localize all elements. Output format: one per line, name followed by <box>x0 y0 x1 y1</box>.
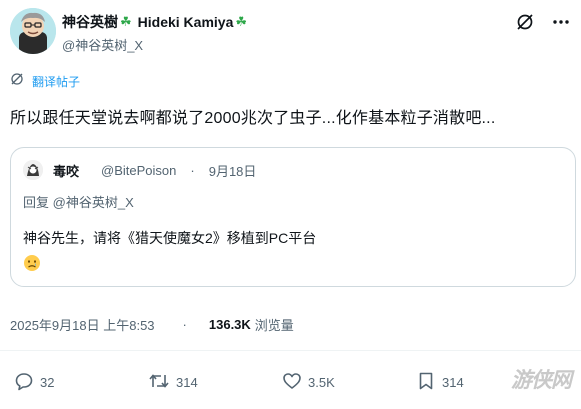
header-actions <box>515 12 571 32</box>
bookmark-button[interactable]: 314 <box>416 371 464 394</box>
clover-icon: ☘ <box>235 14 248 29</box>
quoted-tweet-header: 毒咬 @BitePoison · 9月18日 <box>23 160 256 180</box>
heart-icon <box>282 371 302 394</box>
quoted-tweet-text: 神谷先生，请将《猎天使魔女2》移植到PC平台 <box>23 230 317 246</box>
views-count: 136.3K <box>208 317 251 332</box>
tweet-text: 所以跟任天堂说去啊都说了2000兆次了虫子...化作基本粒子消散吧... <box>10 110 496 127</box>
reply-button[interactable]: 32 <box>14 371 54 394</box>
author-handle[interactable]: @神谷英树_X <box>62 35 143 54</box>
reply-to-handle[interactable]: @神谷英树_X <box>53 195 134 210</box>
divider <box>0 350 581 351</box>
tweet-meta: 2025年9月18日 上午8:53 · 136.3K 浏览量 <box>10 315 294 334</box>
tweet-timestamp[interactable]: 2025年9月18日 上午8:53 <box>10 315 155 334</box>
reply-count: 32 <box>40 375 55 390</box>
site-watermark: 游侠网 <box>511 369 572 392</box>
retweet-count: 314 <box>176 375 198 390</box>
translate-icon <box>10 72 24 91</box>
author-display-name[interactable]: 神谷英樹 <box>62 12 118 32</box>
author-display-name-en[interactable]: Hideki Kamiya <box>138 14 234 30</box>
quoted-tweet[interactable]: 毒咬 @BitePoison · 9月18日 回复 @神谷英树_X 神谷先生，请… <box>10 147 576 287</box>
bookmark-icon <box>416 371 436 394</box>
reply-label: 回复 <box>23 195 50 210</box>
grok-icon[interactable] <box>515 12 535 32</box>
like-button[interactable]: 3.5K <box>282 371 335 394</box>
separator-dot: · <box>190 162 195 178</box>
separator-dot: · <box>182 317 187 332</box>
crying-face-emoji-icon <box>23 254 41 272</box>
quoted-author-handle[interactable]: @BitePoison <box>101 163 176 178</box>
reply-to-line: 回复 @神谷英树_X <box>23 192 134 211</box>
like-count: 3.5K <box>308 375 335 390</box>
author-avatar[interactable] <box>10 8 56 54</box>
quoted-tweet-date[interactable]: 9月18日 <box>209 161 257 180</box>
bookmark-count: 314 <box>442 375 464 390</box>
action-bar: 32 314 3.5K 314 <box>14 371 484 393</box>
translate-label[interactable]: 翻译帖子 <box>32 73 80 90</box>
retweet-icon <box>148 371 170 394</box>
views-label: 浏览量 <box>254 318 294 333</box>
clover-icon: ☘ <box>120 14 132 29</box>
translate-post-link[interactable]: 翻译帖子 <box>10 72 80 91</box>
more-options-icon[interactable] <box>551 12 571 32</box>
tweet-header: 神谷英樹 ☘ Hideki Kamiya ☘ @神谷英树_X <box>10 6 571 56</box>
author-name-row[interactable]: 神谷英樹 ☘ Hideki Kamiya ☘ <box>62 12 247 32</box>
quoted-author-name[interactable]: 毒咬 <box>53 161 79 180</box>
reply-icon <box>14 371 34 394</box>
retweet-button[interactable]: 314 <box>148 371 198 394</box>
quoted-author-avatar[interactable] <box>23 160 43 180</box>
